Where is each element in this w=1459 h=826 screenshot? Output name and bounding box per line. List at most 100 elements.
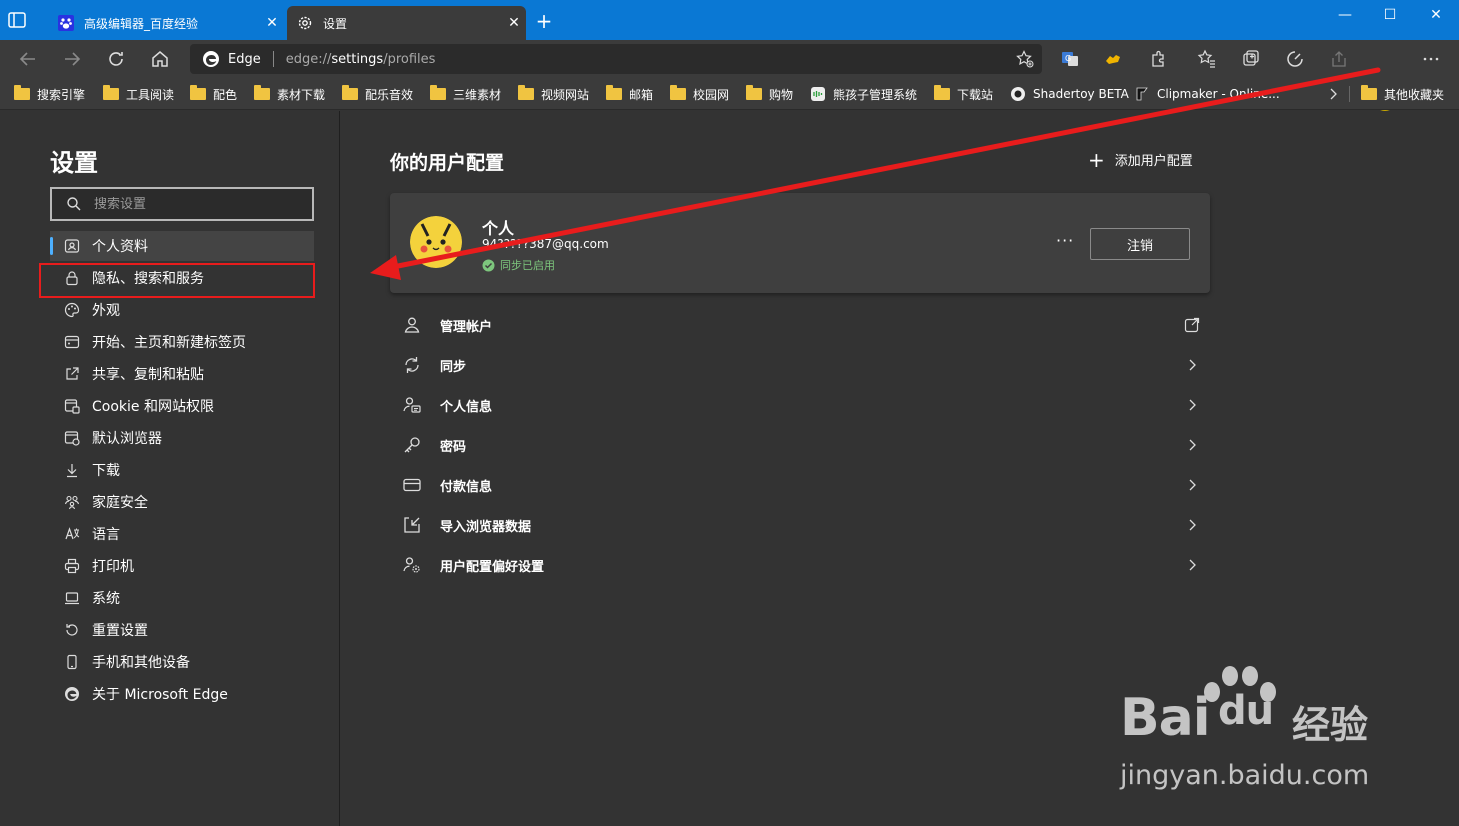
bookmark-label: 购物	[769, 87, 794, 102]
add-favorite-icon[interactable]	[1016, 50, 1034, 68]
maximize-button[interactable]: ☐	[1367, 4, 1413, 26]
share-page-icon[interactable]	[1329, 49, 1349, 69]
row-personal-info[interactable]: 个人信息	[390, 385, 1210, 425]
bookmark-folder[interactable]: 配色	[190, 85, 237, 103]
tab-actions-icon[interactable]	[8, 12, 26, 28]
folder-icon	[190, 85, 206, 100]
sidebar-item-system[interactable]: 系统	[50, 583, 314, 613]
bookmark-label: 邮箱	[629, 87, 654, 102]
url-scheme: edge://	[285, 51, 332, 67]
bookmark-folder[interactable]: 邮箱	[606, 85, 653, 103]
bookmark-folder[interactable]: 购物	[746, 85, 793, 103]
bookmark-folder[interactable]: 搜索引擎	[14, 85, 85, 103]
sidebar-item-label: 家庭安全	[92, 495, 148, 511]
performance-icon[interactable]	[1285, 49, 1305, 69]
extension-cat-icon[interactable]	[1103, 49, 1123, 69]
language-icon	[65, 527, 80, 540]
sidebar-item-share[interactable]: 共享、复制和粘贴	[50, 359, 314, 389]
sidebar-item-appearance[interactable]: 外观	[50, 295, 314, 325]
refresh-icon[interactable]	[104, 47, 128, 71]
chevron-right-icon	[1189, 359, 1196, 371]
close-window-button[interactable]: ✕	[1413, 4, 1459, 26]
favorites-icon[interactable]	[1197, 49, 1217, 69]
sidebar-item-phone[interactable]: 手机和其他设备	[50, 647, 314, 677]
family-icon	[64, 495, 80, 510]
folder-icon	[606, 85, 622, 100]
sidebar-item-family[interactable]: 家庭安全	[50, 487, 314, 517]
sidebar-item-start-home[interactable]: 开始、主页和新建标签页	[50, 327, 314, 357]
annotation-highlight-box	[39, 263, 315, 298]
other-favorites-folder[interactable]: 其他收藏夹	[1361, 85, 1444, 103]
add-profile-button[interactable]: + 添加用户配置	[1088, 150, 1193, 170]
bookmark-label: 三维素材	[453, 87, 502, 102]
search-settings-input[interactable]	[94, 196, 294, 212]
bookmark-label: 配色	[213, 87, 238, 102]
forward-icon[interactable]	[60, 47, 84, 71]
sidebar-item-about[interactable]: 关于 Microsoft Edge	[50, 679, 314, 709]
bookmark-folder[interactable]: 校园网	[670, 85, 729, 103]
bookmark-label: Clipmaker - Online...	[1157, 87, 1280, 101]
more-options-button[interactable]: ···	[1056, 231, 1074, 250]
id-card-icon	[403, 397, 421, 413]
printer-icon	[64, 558, 80, 574]
bookmark-folder[interactable]: 工具阅读	[103, 85, 174, 103]
sidebar-item-label: 外观	[92, 303, 120, 319]
row-label: 用户配置偏好设置	[440, 559, 545, 575]
address-toolbar: Edge edge://settings/profiles G	[0, 40, 1459, 111]
tab-baidu[interactable]: 高级编辑器_百度经验 ✕	[48, 6, 284, 40]
row-manage-account[interactable]: 管理帐户	[390, 305, 1210, 345]
sync-status-label: 同步已启用	[500, 259, 555, 272]
new-tab-button[interactable]: +	[533, 10, 555, 32]
bookmark-folder[interactable]: 视频网站	[518, 85, 589, 103]
sidebar-item-profiles[interactable]: 个人资料	[50, 231, 314, 261]
bookmark-link[interactable]: 熊孩子管理系统	[810, 85, 917, 103]
cookie-icon	[64, 399, 80, 414]
more-menu-icon[interactable]	[1421, 49, 1441, 69]
bookmark-link[interactable]: Shadertoy BETA	[1010, 85, 1129, 103]
folder-icon	[103, 85, 119, 100]
bookmark-folder[interactable]: 配乐音效	[342, 85, 413, 103]
bookmark-folder[interactable]: 三维素材	[430, 85, 501, 103]
row-sync[interactable]: 同步	[390, 345, 1210, 385]
tab-close-button[interactable]: ✕	[502, 15, 526, 31]
sidebar-item-downloads[interactable]: 下载	[50, 455, 314, 485]
search-settings-box[interactable]	[50, 187, 314, 221]
sidebar-item-reset[interactable]: 重置设置	[50, 615, 314, 645]
minimize-button[interactable]: —	[1322, 4, 1368, 26]
folder-icon	[518, 85, 534, 100]
extensions-icon[interactable]	[1148, 49, 1168, 69]
profile-card: 个人 94?????387@qq.com 同步已启用 ··· 注销	[390, 193, 1210, 293]
bookmark-folder[interactable]: 素材下载	[254, 85, 325, 103]
translate-icon[interactable]: G	[1060, 49, 1080, 69]
row-payment-info[interactable]: 付款信息	[390, 465, 1210, 505]
chevron-right-icon[interactable]	[1326, 87, 1340, 101]
bookmark-folder[interactable]: 下载站	[934, 85, 993, 103]
logout-button[interactable]: 注销	[1090, 228, 1190, 260]
row-import-data[interactable]: 导入浏览器数据	[390, 505, 1210, 545]
sidebar-item-default-browser[interactable]: 默认浏览器	[50, 423, 314, 453]
bookmark-link[interactable]: Clipmaker - Online...	[1134, 85, 1280, 103]
address-bar[interactable]: Edge edge://settings/profiles	[190, 44, 1042, 74]
collections-icon[interactable]	[1241, 49, 1261, 69]
external-link-icon[interactable]	[1184, 317, 1200, 333]
page-title: 你的用户配置	[390, 152, 505, 174]
home-icon[interactable]	[148, 47, 172, 71]
row-profile-preferences[interactable]: 用户配置偏好设置	[390, 545, 1210, 585]
sidebar-item-languages[interactable]: 语言	[50, 519, 314, 549]
tab-title: 设置	[323, 16, 348, 31]
back-icon[interactable]	[16, 47, 40, 71]
svg-text:G: G	[1065, 54, 1071, 63]
baidu-paw-icon	[58, 15, 74, 31]
tab-close-button[interactable]: ✕	[260, 15, 284, 31]
folder-icon	[746, 85, 762, 100]
favorites-bar: 搜索引擎 工具阅读 配色 素材下载 配乐音效 三维素材 视频网站 邮箱 校园网 …	[0, 78, 1459, 110]
sidebar-item-cookies[interactable]: Cookie 和网站权限	[50, 391, 314, 421]
sidebar-item-printers[interactable]: 打印机	[50, 551, 314, 581]
folder-icon	[14, 85, 30, 100]
row-label: 同步	[440, 359, 467, 375]
gear-icon	[298, 16, 312, 30]
tab-settings[interactable]: 设置 ✕	[287, 6, 526, 40]
profile-name: 个人	[482, 219, 515, 238]
row-passwords[interactable]: 密码	[390, 425, 1210, 465]
add-profile-label: 添加用户配置	[1114, 154, 1193, 169]
